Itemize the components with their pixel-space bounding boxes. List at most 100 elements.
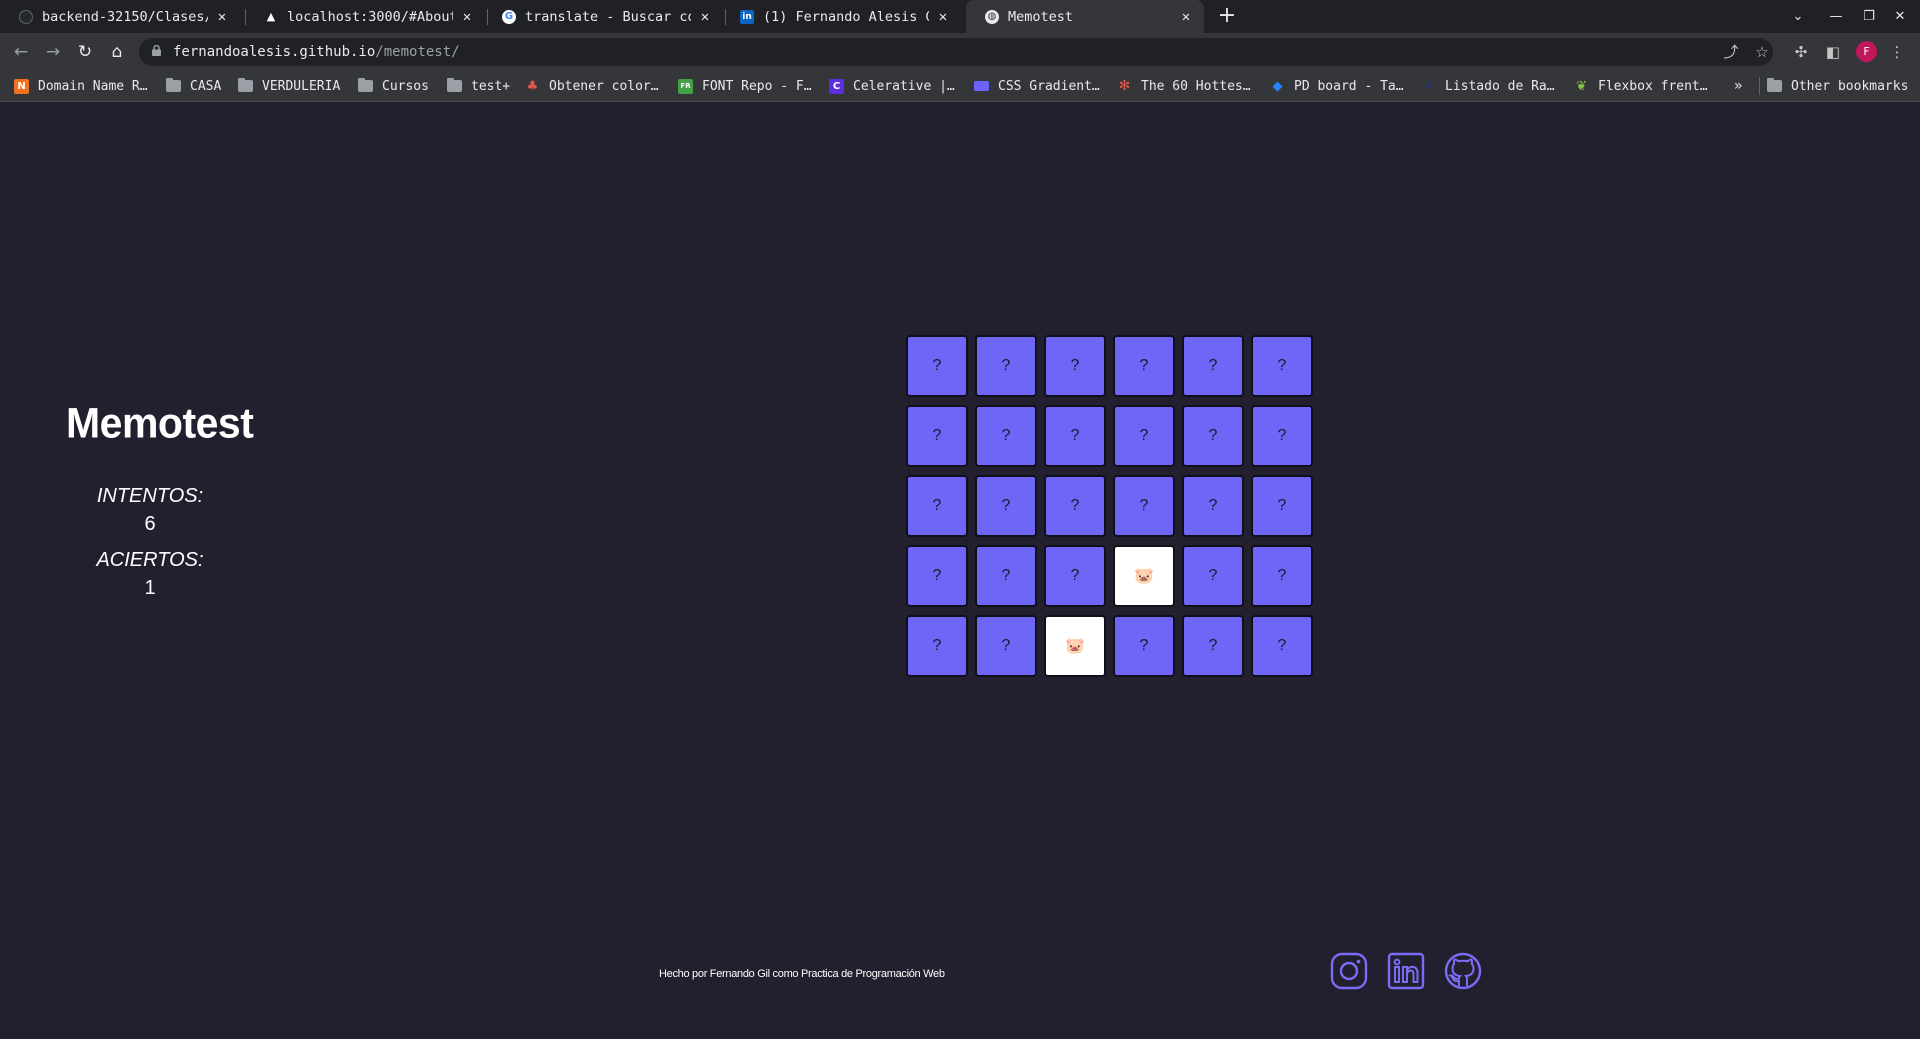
memotest-card[interactable]: ?: [975, 475, 1037, 537]
bookmark-label: Obtener color…: [549, 78, 659, 94]
bookmark-label: Celerative |…: [853, 78, 955, 94]
memotest-card[interactable]: ?: [1044, 405, 1106, 467]
bookmark-folder[interactable]: test+: [447, 76, 510, 96]
memotest-card[interactable]: ?: [1251, 475, 1313, 537]
restore-icon[interactable]: ❐: [1853, 0, 1885, 33]
tree-icon: ♣: [526, 78, 539, 94]
bookmark-item[interactable]: ✻ The 60 Hottes…: [1117, 76, 1251, 96]
bookmark-label: Domain Name R…: [38, 78, 148, 94]
menu-icon[interactable]: ⋮: [1885, 40, 1909, 64]
back-icon[interactable]: ←: [8, 39, 34, 65]
bookmarks-overflow-button[interactable]: »: [1734, 76, 1742, 96]
intentos-value: 6: [144, 513, 156, 535]
memotest-card[interactable]: ?: [975, 545, 1037, 607]
bookmarks-bar: N Domain Name R… CASA VERDULERIA Cursos t…: [0, 70, 1920, 102]
footer-credit: Hecho por Fernando Gil como Practica de …: [659, 968, 945, 980]
memotest-card[interactable]: ?: [1113, 615, 1175, 677]
bookmark-label: test+: [471, 78, 511, 94]
github-icon: [19, 9, 33, 24]
memotest-card[interactable]: ?: [1251, 545, 1313, 607]
browser-tab-active[interactable]: ◍ Memotest ✕: [966, 0, 1204, 33]
memotest-card[interactable]: ?: [1251, 335, 1313, 397]
minimize-icon[interactable]: —: [1820, 0, 1852, 33]
aciertos-label: ACIERTOS:: [96, 549, 204, 571]
bookmark-folder[interactable]: CASA: [166, 76, 221, 96]
card-hidden-symbol: ?: [1277, 497, 1287, 514]
browser-tab[interactable]: backend-32150/Clases/C ✕: [0, 0, 240, 33]
card-hidden-symbol: ?: [1277, 427, 1287, 444]
memotest-card[interactable]: ?: [975, 335, 1037, 397]
browser-tab-strip: backend-32150/Clases/C ✕ ▲ localhost:300…: [0, 0, 1920, 33]
card-hidden-symbol: ?: [1070, 357, 1080, 374]
memotest-card[interactable]: ?: [1113, 405, 1175, 467]
card-hidden-symbol: ?: [1070, 567, 1080, 584]
instagram-icon[interactable]: [1329, 951, 1369, 991]
bookmark-item[interactable]: ◆ PD board - Ta…: [1270, 76, 1404, 96]
close-icon[interactable]: ✕: [935, 9, 951, 25]
close-icon[interactable]: ✕: [1178, 9, 1194, 25]
close-window-icon[interactable]: ✕: [1884, 0, 1916, 33]
url-field[interactable]: fernandoalesis.github.io/memotest/: [139, 38, 1773, 66]
github-icon[interactable]: [1443, 951, 1483, 991]
memotest-card[interactable]: ?: [906, 615, 968, 677]
memotest-card[interactable]: ?: [1113, 335, 1175, 397]
memotest-card[interactable]: ?: [1251, 405, 1313, 467]
card-hidden-symbol: ?: [1277, 567, 1287, 584]
home-icon[interactable]: ⌂: [104, 39, 130, 65]
memotest-card[interactable]: ?: [1182, 475, 1244, 537]
memotest-card[interactable]: ?: [906, 545, 968, 607]
card-hidden-symbol: ?: [1001, 427, 1011, 444]
memotest-card[interactable]: ?: [1182, 405, 1244, 467]
memotest-card[interactable]: ?: [975, 615, 1037, 677]
memotest-card[interactable]: ?: [1044, 475, 1106, 537]
memotest-card[interactable]: ?: [1182, 545, 1244, 607]
bookmark-folder[interactable]: Cursos: [358, 76, 429, 96]
memotest-card[interactable]: ?: [1182, 615, 1244, 677]
memotest-card[interactable]: ?: [906, 475, 968, 537]
memotest-card-revealed[interactable]: 🐷: [1113, 545, 1175, 607]
css-gradient-icon: [974, 81, 989, 91]
bookmark-folder[interactable]: VERDULERIA: [238, 76, 340, 96]
memotest-card[interactable]: ?: [975, 405, 1037, 467]
leaf-icon: ❦: [1576, 78, 1587, 94]
memotest-card[interactable]: ?: [1044, 335, 1106, 397]
share-icon[interactable]: ⤴: [1719, 40, 1743, 64]
side-panel-icon[interactable]: ◧: [1821, 40, 1845, 64]
memotest-card[interactable]: ?: [1113, 475, 1175, 537]
close-icon[interactable]: ✕: [697, 9, 713, 25]
tab-search-icon[interactable]: ⌄: [1782, 0, 1814, 33]
card-hidden-symbol: ?: [1070, 497, 1080, 514]
bookmark-label: Other bookmarks: [1791, 78, 1909, 94]
memotest-card[interactable]: ?: [1251, 615, 1313, 677]
reload-icon[interactable]: ↻: [72, 39, 98, 65]
memotest-card[interactable]: ?: [906, 405, 968, 467]
bookmark-star-icon[interactable]: ☆: [1750, 40, 1774, 64]
memotest-card-revealed[interactable]: 🐷: [1044, 615, 1106, 677]
bookmark-item[interactable]: FR FONT Repo - F…: [678, 76, 812, 96]
extensions-icon[interactable]: ✣: [1789, 40, 1813, 64]
other-bookmarks-folder[interactable]: Other bookmarks: [1767, 76, 1908, 96]
bookmark-item[interactable]: ✕ Listado de Ra…: [1421, 76, 1554, 96]
tab-title: Memotest: [1008, 8, 1074, 25]
browser-tab[interactable]: ▲ localhost:3000/#About ✕: [245, 0, 485, 33]
card-hidden-symbol: ?: [1139, 427, 1149, 444]
browser-tab[interactable]: G translate - Buscar con ✕: [483, 0, 723, 33]
card-hidden-symbol: ?: [1139, 637, 1149, 654]
card-hidden-symbol: ?: [932, 637, 942, 654]
bookmark-item[interactable]: C Celerative |…: [829, 76, 955, 96]
memotest-card[interactable]: ?: [1044, 545, 1106, 607]
close-icon[interactable]: ✕: [214, 9, 230, 25]
memotest-card[interactable]: ?: [906, 335, 968, 397]
card-hidden-symbol: ?: [1277, 357, 1287, 374]
close-icon[interactable]: ✕: [459, 9, 475, 25]
bookmark-item[interactable]: ❦ Flexbox frent…: [1574, 76, 1708, 96]
linkedin-icon[interactable]: [1386, 951, 1426, 991]
bookmark-item[interactable]: CSS Gradient…: [974, 76, 1100, 96]
memotest-card[interactable]: ?: [1182, 335, 1244, 397]
forward-icon[interactable]: →: [40, 39, 66, 65]
bookmark-item[interactable]: N Domain Name R…: [14, 76, 148, 96]
new-tab-button[interactable]: +: [1215, 4, 1239, 28]
profile-avatar[interactable]: F: [1856, 41, 1877, 62]
browser-tab[interactable]: in (1) Fernando Alesis Gi ✕: [721, 0, 961, 33]
bookmark-item[interactable]: ♣ Obtener color…: [525, 76, 659, 96]
